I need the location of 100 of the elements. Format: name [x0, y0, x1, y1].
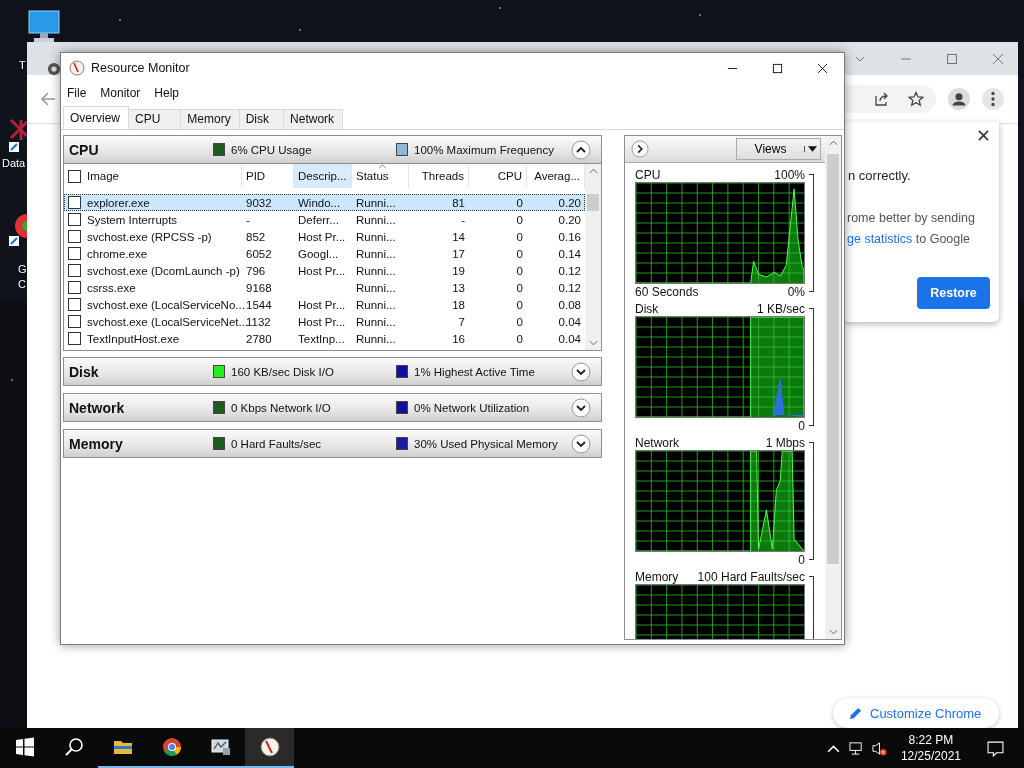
- expand-right-icon[interactable]: [631, 140, 649, 158]
- customize-chrome-button[interactable]: Customize Chrome: [833, 698, 999, 728]
- scroll-up-icon[interactable]: [588, 168, 598, 174]
- checkbox[interactable]: [68, 247, 81, 260]
- table-cell: Runni...: [356, 196, 396, 209]
- checkbox[interactable]: [68, 281, 81, 294]
- table-cell: Runni...: [356, 230, 396, 243]
- tab[interactable]: Memory: [180, 109, 240, 129]
- tab[interactable]: Network: [283, 109, 344, 129]
- table-row[interactable]: svchost.exe (DcomLaunch -p) 796 Host Pr... Runni... 19 0 0.12: [64, 262, 585, 279]
- gauge-icon: [69, 60, 85, 76]
- profile-icon[interactable]: [948, 88, 970, 110]
- scale-label: 1 KB/sec: [756, 301, 805, 316]
- scroll-thumb[interactable]: [587, 194, 599, 211]
- checkbox[interactable]: [68, 315, 81, 328]
- star-icon[interactable]: [908, 91, 924, 107]
- gauge-icon[interactable]: [259, 737, 280, 757]
- table-row[interactable]: csrss.exe 9168 Runni... 13 0 0.12: [64, 279, 585, 296]
- table-row[interactable]: System Interrupts - Deferr... Runni... - 0 0.20: [64, 211, 585, 228]
- checkbox[interactable]: [68, 213, 81, 226]
- table-cell: Googl...: [298, 247, 339, 260]
- table-cell: 0.20: [558, 196, 581, 209]
- notifications-icon[interactable]: [987, 739, 1004, 757]
- table-row[interactable]: TextInputHost.exe 2780 TextInp... Runni... 16 0 0.04: [64, 330, 585, 347]
- column-header[interactable]: Image: [64, 164, 242, 188]
- table-cell: Windo...: [298, 196, 341, 209]
- volume-muted-icon[interactable]: [871, 740, 887, 756]
- monitor-chart-icon[interactable]: [210, 737, 231, 757]
- tab[interactable]: CPU: [128, 109, 182, 129]
- table-cell: 18: [452, 298, 465, 311]
- checkbox[interactable]: [68, 230, 81, 243]
- scroll-down-icon[interactable]: [828, 629, 838, 635]
- menu-item[interactable]: File: [67, 86, 87, 100]
- table-row[interactable]: svchost.exe (RPCSS -p) 852 Host Pr... Runni... 14 0 0.16: [64, 228, 585, 245]
- windows-start-icon[interactable]: [14, 737, 35, 757]
- tab[interactable]: Disk: [238, 109, 285, 129]
- popup-message: n correctly.: [848, 168, 911, 183]
- expand-icon[interactable]: [571, 361, 591, 382]
- expand-icon[interactable]: [571, 433, 591, 454]
- shortcut-icon[interactable]: [7, 118, 27, 152]
- checkbox[interactable]: [68, 298, 81, 311]
- column-header[interactable]: Threads: [409, 164, 469, 188]
- views-dropdown[interactable]: Views: [736, 138, 821, 160]
- tab[interactable]: Overview: [63, 106, 129, 129]
- share-icon[interactable]: [874, 91, 890, 107]
- graph-title: Disk: [635, 301, 659, 316]
- clock-time[interactable]: 8:22 PM: [908, 732, 954, 748]
- section-header[interactable]: CPU 6% CPU Usage 100% Maximum Frequency: [63, 135, 602, 164]
- search-icon[interactable]: [63, 737, 84, 757]
- scroll-down-icon[interactable]: [588, 340, 598, 346]
- restore-button[interactable]: Restore: [917, 277, 990, 309]
- expand-icon[interactable]: [571, 397, 591, 418]
- usage-statistics-link[interactable]: ge statistics: [847, 232, 913, 246]
- close-icon[interactable]: [978, 130, 989, 141]
- table-cell: 17: [452, 247, 465, 260]
- table-cell: Deferr...: [298, 213, 339, 226]
- column-header[interactable]: Status: [352, 164, 409, 188]
- checkbox[interactable]: [68, 332, 81, 345]
- close-icon[interactable]: [817, 62, 828, 74]
- icon-label: C: [18, 277, 26, 292]
- table-row[interactable]: explorer.exe 9032 Windo... Runni... 81 0 0.20: [64, 194, 585, 211]
- section-header[interactable]: Network 0 Kbps Network I/O 0% Network Utilization: [63, 393, 602, 422]
- stat-label: 0 Hard Faults/sec: [231, 437, 322, 450]
- table-cell: chrome.exe: [87, 247, 148, 260]
- network-icon[interactable]: [848, 740, 864, 756]
- scrollbar[interactable]: [825, 136, 841, 639]
- scroll-up-icon[interactable]: [828, 140, 838, 146]
- computer-icon[interactable]: [28, 10, 60, 44]
- checkbox[interactable]: [68, 264, 81, 277]
- chrome-icon[interactable]: [161, 737, 182, 757]
- consent-text: rome better by sending ge statistics to Google: [847, 210, 975, 248]
- menu-item[interactable]: Help: [154, 86, 180, 100]
- menu-item[interactable]: Monitor: [100, 86, 141, 100]
- section-header[interactable]: Disk 160 KB/sec Disk I/O 1% Highest Active Time: [63, 357, 602, 386]
- scrollbar[interactable]: [585, 164, 601, 350]
- scroll-thumb[interactable]: [827, 154, 839, 564]
- section-title: CPU: [68, 141, 100, 158]
- stat-label: 0% Network Utilization: [414, 401, 530, 414]
- scale-label: 1 Mbps: [765, 435, 805, 450]
- table-cell: TextInputHost.exe: [87, 332, 180, 345]
- table-cell: explorer.exe: [87, 196, 150, 209]
- table-row[interactable]: svchost.exe (LocalServiceNet...1132 Host Pr... Runni... 7 0 0.04: [64, 313, 585, 330]
- section-header[interactable]: Memory 0 Hard Faults/sec 30% Used Physical Memory: [63, 429, 602, 458]
- maximize-icon[interactable]: [772, 62, 783, 74]
- stat-label: 30% Used Physical Memory: [414, 437, 558, 450]
- scale-label: 100 Hard Faults/sec: [697, 569, 805, 584]
- graph-title: Memory: [635, 569, 679, 584]
- menu-icon[interactable]: [982, 88, 1004, 110]
- clock-date[interactable]: 12/25/2021: [900, 748, 961, 764]
- table-row[interactable]: chrome.exe 6052 Googl... Runni... 17 0 0.14: [64, 245, 585, 262]
- table-cell: Host Pr...: [298, 264, 346, 277]
- column-header[interactable]: CPU: [469, 164, 527, 188]
- checkbox[interactable]: [68, 196, 81, 209]
- table-cell: Host Pr...: [298, 315, 346, 328]
- window-title: Resource Monitor: [91, 61, 191, 75]
- back-arrow-icon[interactable]: [40, 91, 56, 107]
- column-header[interactable]: Descrip...: [294, 164, 352, 188]
- table-row[interactable]: svchost.exe (LocalServiceNo...1544 Host Pr... Runni... 18 0 0.08: [64, 296, 585, 313]
- collapse-icon[interactable]: [571, 139, 591, 160]
- table-cell: 0: [516, 281, 523, 294]
